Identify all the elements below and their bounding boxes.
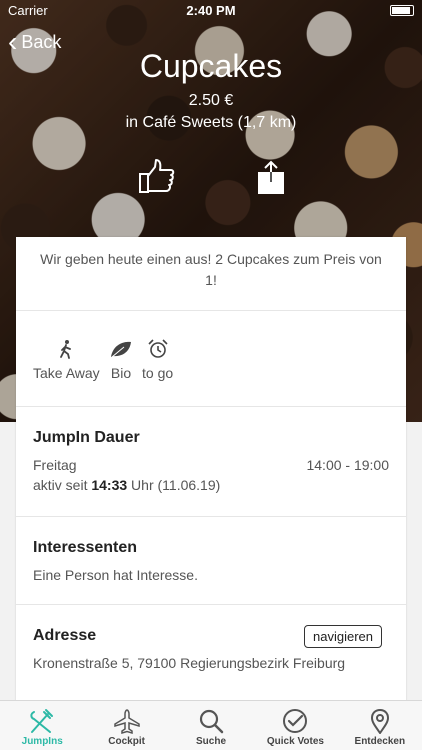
tab-entdecken[interactable]: Entdecken bbox=[338, 701, 422, 750]
active-since: aktiv seit 14:33 Uhr (11.06.19) bbox=[33, 477, 221, 493]
tab-suche[interactable]: Suche bbox=[169, 701, 253, 750]
interest-section: Interessenten Eine Person hat Interesse. bbox=[16, 517, 406, 605]
location-label: in Café Sweets (1,7 km) bbox=[125, 114, 297, 131]
like-button[interactable] bbox=[138, 158, 176, 196]
tab-label: Quick Votes bbox=[266, 736, 324, 747]
details-card: Wir geben heute einen aus! 2 Cupcakes zu… bbox=[16, 237, 406, 715]
duration-hours: 14:00 - 19:00 bbox=[306, 457, 389, 473]
promo-text: Wir geben heute einen aus! 2 Cupcakes zu… bbox=[16, 237, 406, 311]
feature-label: to go bbox=[142, 365, 174, 381]
check-circle-icon bbox=[283, 709, 308, 733]
interest-text: Eine Person hat Interesse. bbox=[33, 567, 198, 583]
address-text: Kronenstraße 5, 79100 Regierungsbezirk F… bbox=[33, 655, 346, 671]
page-title: Cupcakes bbox=[139, 48, 283, 84]
section-title: Interessenten bbox=[33, 539, 138, 556]
price-label: 2.50 € bbox=[188, 92, 234, 109]
tab-jumpins[interactable]: JumpIns bbox=[0, 701, 84, 750]
tab-label: Suche bbox=[196, 736, 227, 747]
feature-list: Take Away Bio to go bbox=[16, 311, 406, 407]
feature-bio: Bio bbox=[109, 339, 133, 381]
cutlery-icon bbox=[30, 709, 54, 733]
feature-to-go: to go bbox=[142, 339, 173, 381]
address-section: Adresse Kronenstraße 5, 79100 Regierungs… bbox=[16, 605, 406, 715]
leaf-icon bbox=[111, 341, 131, 358]
navigate-button[interactable]: navigieren bbox=[304, 625, 382, 648]
tab-label: Cockpit bbox=[108, 736, 145, 747]
search-icon bbox=[199, 709, 224, 734]
feature-take-away: Take Away bbox=[33, 339, 100, 381]
alarm-clock-icon bbox=[147, 339, 168, 358]
tab-quick-votes[interactable]: Quick Votes bbox=[253, 701, 337, 750]
section-title: JumpIn Dauer bbox=[33, 429, 140, 446]
status-bar: Carrier 2:40 PM bbox=[0, 0, 422, 22]
jumpin-duration-section: JumpIn Dauer Freitag aktiv seit 14:33 Uh… bbox=[16, 407, 406, 517]
feature-label: Bio bbox=[110, 365, 132, 381]
tab-bar: JumpIns Cockpit Suche Quick Votes Entdec… bbox=[0, 700, 422, 750]
tab-label: JumpIns bbox=[21, 736, 63, 747]
share-button[interactable] bbox=[256, 160, 286, 196]
thumbs-up-icon bbox=[139, 159, 175, 193]
location-pin-icon bbox=[370, 708, 389, 734]
active-time: 14:33 bbox=[91, 477, 128, 493]
airplane-icon bbox=[113, 709, 140, 734]
walking-person-icon bbox=[60, 340, 72, 359]
feature-label: Take Away bbox=[33, 365, 100, 381]
tab-cockpit[interactable]: Cockpit bbox=[84, 701, 168, 750]
battery-icon bbox=[390, 5, 414, 16]
tab-label: Entdecken bbox=[354, 736, 406, 747]
status-time: 2:40 PM bbox=[186, 3, 236, 18]
share-icon bbox=[258, 160, 284, 194]
